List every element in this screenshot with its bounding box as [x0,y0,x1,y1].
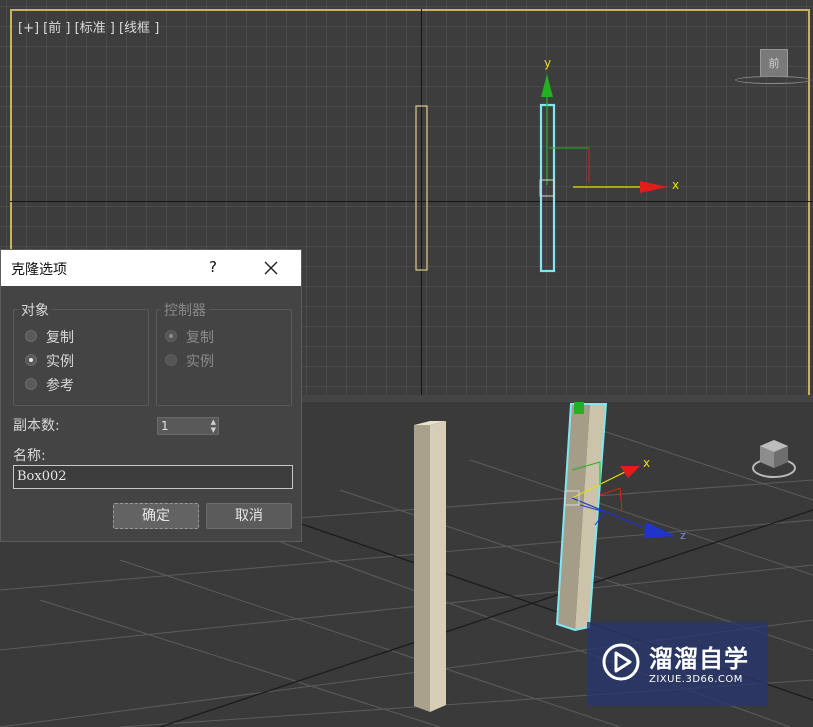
dialog-titlebar[interactable]: 克隆选项 ? [1,250,301,286]
copies-value[interactable]: 1 [161,419,169,433]
help-button[interactable]: ? [209,258,217,276]
clone-options-dialog: 克隆选项 ? 对象 复制 实例 参考 控制器 复制 实例 副本数: 1 ▲ ▼ 名… [0,249,302,542]
gizmo-x-arrow [640,181,668,193]
persp-gizmo-x-label: x [643,456,651,470]
watermark-url: ZIXUE.3D66.COM [649,674,743,685]
persp-gizmo-z-arrow [644,522,676,538]
radio-controller-instance-label: 实例 [186,354,214,370]
box001-wireframe [415,105,428,271]
object-group-title: 对象 [18,300,52,320]
copies-label: 副本数: [13,418,60,434]
close-icon[interactable] [262,259,280,277]
radio-controller-copy-label: 复制 [186,330,214,346]
radio-object-reference-label[interactable]: 参考 [46,375,74,395]
name-field[interactable]: Box002 [13,465,293,489]
copies-spinner[interactable]: 1 ▲ ▼ [157,417,219,435]
controller-group-title: 控制器 [161,300,209,320]
radio-object-copy[interactable] [25,330,37,342]
persp-gizmo-y-arrow [574,402,584,414]
persp-gizmo-z-label: z [680,529,686,542]
radio-controller-instance [165,354,177,366]
gizmo-y-arrow [541,74,553,97]
gizmo-y-label: y [544,56,552,70]
name-label: 名称: [13,448,46,464]
dialog-title: 克隆选项 [11,262,67,278]
viewcube-ring[interactable] [735,76,811,84]
watermark: 溜溜自学 ZIXUE.3D66.COM [587,622,768,706]
radio-object-reference[interactable] [25,378,37,390]
viewcube-front-icon[interactable]: 前 [760,49,788,77]
cancel-button[interactable]: 取消 [206,503,292,529]
viewcube-perspective-icon[interactable] [752,438,796,478]
radio-object-instance[interactable] [25,354,37,366]
radio-controller-copy [165,330,177,342]
gizmo-x-label: x [672,178,680,192]
box001-side [414,425,430,712]
box001-front [430,421,446,712]
spinner-arrows-icon[interactable]: ▲ ▼ [211,418,216,434]
ok-button[interactable]: 确定 [113,503,199,529]
viewport-label-menu[interactable]: [+] [前 ] [标准 ] [线框 ] [18,17,159,36]
persp-gizmo-x-arrow [620,466,640,478]
watermark-name: 溜溜自学 [649,645,749,673]
radio-object-instance-label[interactable]: 实例 [46,351,74,371]
radio-object-copy-label[interactable]: 复制 [46,327,74,347]
play-logo-icon [602,643,640,681]
